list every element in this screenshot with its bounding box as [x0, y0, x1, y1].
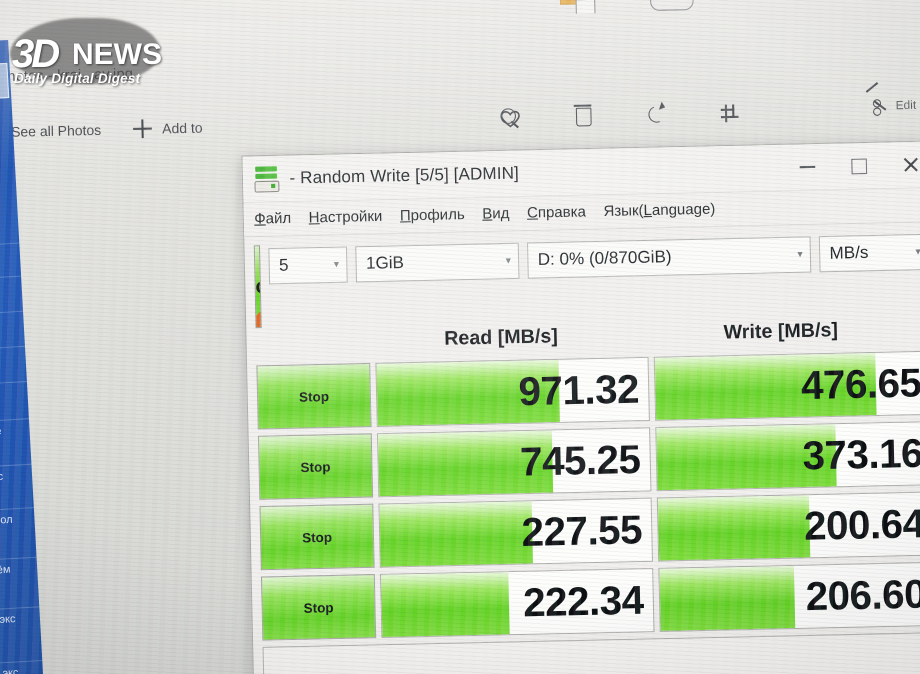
- stop-button-row-3[interactable]: Stop: [259, 503, 375, 571]
- menu-item-help[interactable]: Справка: [527, 204, 586, 222]
- scissors-icon: [872, 98, 890, 116]
- drive-select[interactable]: D: 0% (0/870GiB) ▾: [527, 236, 812, 279]
- table-row: Stop 971.32 476.65: [256, 350, 920, 430]
- read-value-row-4: 222.34: [522, 577, 644, 626]
- window-body: Stop 5 ▾ 1GiB ▾ D: 0% (0/870GiB) ▾ MB/s …: [244, 222, 920, 674]
- read-cell-row-2: 745.25: [376, 427, 652, 498]
- write-column-header: Write [MB/s]: [723, 319, 839, 344]
- menu-item-language[interactable]: Язык(Language): [603, 201, 715, 220]
- drive-value: D: 0% (0/870GiB): [537, 247, 672, 270]
- stop-label: Stop: [298, 388, 330, 405]
- test-controls: 5 ▾ 1GiB ▾ D: 0% (0/870GiB) ▾ MB/s ▾: [268, 231, 920, 285]
- plus-icon: [133, 119, 152, 138]
- minimize-button[interactable]: [781, 144, 834, 191]
- test-size-select[interactable]: 1GiB ▾: [355, 242, 520, 283]
- test-count-value: 5: [278, 256, 289, 275]
- table-row: Stop 745.25 373.16: [257, 421, 920, 500]
- chevron-down-icon: ▾: [505, 255, 511, 267]
- read-cell-row-4: 222.34: [379, 567, 655, 639]
- test-count-select[interactable]: 5 ▾: [268, 246, 348, 285]
- menu-item-settings[interactable]: Настройки: [309, 208, 383, 226]
- read-value-row-1: 971.32: [518, 366, 640, 415]
- read-value-row-2: 745.25: [519, 437, 641, 485]
- chevron-down-icon: ▾: [797, 248, 803, 261]
- write-bar-row-4: [659, 565, 796, 631]
- rotate-icon[interactable]: [644, 103, 669, 128]
- unit-value: MB/s: [829, 243, 869, 263]
- watermark-line2: NEWS: [72, 38, 162, 71]
- read-bar-row-4: [381, 572, 510, 637]
- photos-toolbar: [497, 101, 743, 131]
- stop-all-button[interactable]: Stop: [253, 245, 262, 329]
- write-value-row-3: 200.64: [803, 501, 920, 549]
- write-value-row-4: 206.60: [805, 571, 920, 619]
- trash-lid: [573, 104, 592, 107]
- list-item[interactable]: экс: [0, 659, 46, 674]
- read-value-row-3: 227.55: [521, 507, 643, 555]
- menu-item-profile[interactable]: Профиль: [400, 207, 465, 225]
- write-value-row-1: 476.65: [800, 360, 920, 408]
- table-row: Stop 222.34 206.60: [260, 561, 920, 641]
- chevron-down-icon: ▾: [333, 259, 340, 271]
- replace-label[interactable]: ab: [878, 0, 890, 1]
- test-size-value: 1GiB: [365, 253, 405, 273]
- toolbar-row: Stop 5 ▾ 1GiB ▾ D: 0% (0/870GiB) ▾ MB/s …: [253, 231, 920, 329]
- chevron-down-icon: ▾: [915, 246, 920, 258]
- monitor-content: Заливка фигуры ▾ Найти ab Photos - krai.…: [0, 0, 920, 674]
- crystaldiskmark-icon: [253, 166, 280, 193]
- table-row: Stop 227.55 200.64: [259, 491, 920, 571]
- stop-button-row-4[interactable]: Stop: [260, 574, 377, 641]
- stop-all-label: Stop: [253, 274, 262, 299]
- menu-item-view[interactable]: Вид: [482, 206, 510, 223]
- write-value-row-2: 373.16: [802, 431, 920, 479]
- window-controls: [781, 141, 920, 190]
- maximize-button[interactable]: [832, 143, 885, 190]
- unit-select[interactable]: MB/s ▾: [818, 233, 920, 273]
- read-cell-row-3: 227.55: [378, 497, 654, 568]
- window-title: - Random Write [5/5] [ADMIN]: [289, 163, 520, 188]
- resize-corner-marker: [253, 311, 261, 328]
- stop-button-row-2[interactable]: Stop: [257, 433, 374, 500]
- stop-label: Stop: [300, 458, 331, 475]
- write-cell-row-1: 476.65: [653, 350, 920, 421]
- add-to-button[interactable]: Add to: [162, 120, 203, 136]
- list-item[interactable]: ём: [0, 556, 43, 582]
- stop-button-row-1[interactable]: Stop: [256, 362, 372, 430]
- stop-label: Stop: [301, 528, 333, 546]
- read-column-header: Read [MB/s]: [443, 325, 559, 350]
- results-table: Stop 971.32 476.65 Stop 745.25 373.16 St…: [256, 350, 920, 641]
- stop-label: Stop: [303, 599, 334, 616]
- watermark: 3D NEWS Daily Digital Digest: [4, 14, 184, 92]
- close-button[interactable]: [884, 141, 920, 188]
- heart-icon[interactable]: [500, 110, 520, 128]
- edit-label: Edit: [895, 98, 917, 112]
- write-cell-row-4: 206.60: [658, 561, 920, 632]
- trash-icon[interactable]: [571, 104, 596, 129]
- menu-item-file[interactable]: Файл: [254, 210, 291, 227]
- see-all-photos-button[interactable]: See all Photos: [11, 122, 101, 139]
- write-cell-row-3: 200.64: [656, 491, 920, 562]
- trash-body: [575, 107, 592, 127]
- photographed-screen: Заливка фигуры ▾ Найти ab Photos - krai.…: [0, 0, 920, 674]
- write-bar-row-3: [657, 495, 811, 561]
- edit-button[interactable]: Edit: [872, 97, 917, 116]
- shape-outline-pen-icon[interactable]: [649, 0, 694, 12]
- watermark-tagline: Daily Digital Digest: [14, 71, 141, 86]
- write-cell-row-2: 373.16: [655, 421, 920, 492]
- crop-icon[interactable]: [718, 101, 743, 126]
- read-cell-row-1: 971.32: [375, 356, 650, 427]
- crystaldiskmark-window: - Random Write [5/5] [ADMIN] Файл Настро…: [241, 140, 920, 674]
- read-bar-row-3: [379, 501, 533, 567]
- list-item[interactable]: экс: [0, 606, 46, 632]
